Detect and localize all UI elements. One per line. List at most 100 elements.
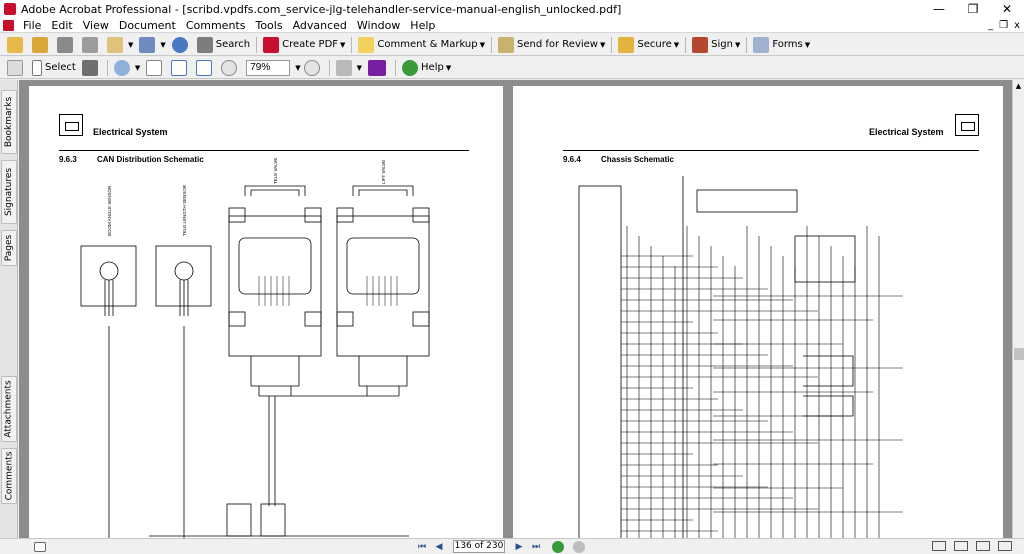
- create-pdf-button[interactable]: Create PDF ▼: [260, 35, 348, 55]
- close-button[interactable]: ✕: [990, 2, 1024, 16]
- save-button[interactable]: [54, 35, 79, 55]
- create-pdf-label: Create PDF: [282, 39, 339, 50]
- tab-comments-label: Comments: [4, 451, 15, 501]
- menu-comments[interactable]: Comments: [181, 19, 251, 32]
- save-icon: [57, 36, 73, 53]
- main-toolbar: ▼ ▼ Search Create PDF ▼ Comment & Markup ▼…: [0, 34, 1024, 56]
- open-button[interactable]: [4, 35, 29, 55]
- doc-close-button[interactable]: x: [1014, 20, 1020, 31]
- lift-valve-label: LIFT VALVE: [381, 160, 386, 184]
- tab-attachments[interactable]: Attachments: [1, 376, 17, 442]
- previous-view-button[interactable]: [552, 540, 564, 553]
- pdf-page-left: Electrical System 9.6.3 CAN Distribution …: [29, 86, 503, 538]
- tab-signatures[interactable]: Signatures: [1, 160, 17, 224]
- doc-restore-button[interactable]: ❐: [999, 20, 1008, 31]
- page-navigation: ⏮ ◀ 136 of 230 ▶ ⏭: [415, 540, 585, 553]
- connector-strip: [578, 185, 622, 538]
- hand-tool-button[interactable]: [4, 58, 29, 78]
- menu-document[interactable]: Document: [114, 19, 181, 32]
- secure-button[interactable]: Secure ▼: [615, 35, 682, 55]
- toolbar-separator: [256, 36, 258, 53]
- select-label: Select: [45, 62, 76, 73]
- last-page-button[interactable]: ⏭: [529, 541, 543, 553]
- title-bar: Adobe Acrobat Professional - [scribd.vpd…: [0, 0, 1024, 18]
- vertical-scrollbar[interactable]: ▲: [1012, 80, 1024, 538]
- toolbar-separator: [351, 36, 353, 53]
- search-button[interactable]: Search: [194, 35, 253, 55]
- yahoo-icon: [368, 59, 387, 76]
- chevron-down-icon: ▼: [445, 63, 452, 72]
- single-page-icon[interactable]: [932, 541, 946, 551]
- snapshot-button[interactable]: [79, 58, 104, 78]
- menu-edit[interactable]: Edit: [46, 19, 77, 32]
- rotate-button[interactable]: ▼: [333, 58, 365, 78]
- next-page-button[interactable]: ▶: [512, 541, 526, 553]
- print-button[interactable]: [79, 35, 104, 55]
- document-icon[interactable]: [3, 19, 14, 31]
- tab-bookmarks[interactable]: Bookmarks: [1, 90, 17, 154]
- help-label: Help: [421, 62, 444, 73]
- fit-width-button[interactable]: [193, 58, 218, 78]
- scroll-up-icon[interactable]: ▲: [1013, 80, 1024, 92]
- email-button[interactable]: ▼: [104, 35, 136, 55]
- send-for-review-button[interactable]: Send for Review ▼: [495, 35, 608, 55]
- navigation-panel: Bookmarks Signatures Pages Attachments C…: [0, 80, 18, 538]
- comment-icon: [358, 36, 375, 53]
- continuous-facing-icon[interactable]: [998, 541, 1012, 551]
- zoom-level-input[interactable]: [246, 59, 291, 76]
- chevron-down-icon: ▼: [356, 63, 363, 72]
- document-controls: _ ❐ x: [988, 20, 1024, 31]
- first-page-button[interactable]: ⏮: [415, 541, 429, 553]
- tab-pages[interactable]: Pages: [1, 230, 17, 266]
- select-tool-button[interactable]: Select: [29, 58, 79, 78]
- chevron-down-icon: ▼: [734, 40, 741, 49]
- forms-button[interactable]: Forms ▼: [750, 35, 813, 55]
- zoom-out-button[interactable]: [218, 58, 243, 78]
- tab-comments[interactable]: Comments: [1, 448, 17, 504]
- menu-help[interactable]: Help: [405, 19, 440, 32]
- web-button[interactable]: [169, 35, 194, 55]
- doc-minimize-button[interactable]: _: [988, 20, 993, 31]
- tele-valve-block: [228, 215, 322, 357]
- toolbar-separator: [491, 36, 492, 53]
- continuous-icon[interactable]: [954, 541, 968, 551]
- menu-file[interactable]: File: [18, 19, 46, 32]
- sign-button[interactable]: Sign ▼: [689, 35, 743, 55]
- help-button[interactable]: Help ▼: [399, 58, 454, 78]
- chevron-down-icon: ▼: [479, 40, 485, 49]
- wire-group: [621, 226, 903, 538]
- zoom-in-button[interactable]: [301, 58, 326, 78]
- document-viewer[interactable]: Electrical System 9.6.3 CAN Distribution …: [19, 80, 1012, 538]
- chassis-schematic: [578, 176, 903, 538]
- fit-page-button[interactable]: [168, 58, 193, 78]
- menu-window[interactable]: Window: [352, 19, 405, 32]
- pen-icon: [692, 36, 709, 53]
- minus-icon: [221, 59, 238, 76]
- next-view-button[interactable]: [573, 540, 585, 553]
- hand-icon: [7, 59, 23, 76]
- comment-markup-label: Comment & Markup: [377, 39, 478, 50]
- sign-label: Sign: [711, 39, 733, 50]
- chevron-down-icon: ▼: [160, 40, 166, 49]
- lift-valve-block: [336, 215, 430, 357]
- page-size-icon[interactable]: [34, 541, 46, 552]
- window-title: Adobe Acrobat Professional - [scribd.vpd…: [21, 2, 622, 16]
- previous-page-button[interactable]: ◀: [432, 541, 446, 553]
- toolbar-separator: [395, 59, 397, 76]
- page-number-field[interactable]: 136 of 230: [453, 540, 505, 553]
- restore-button[interactable]: ❐: [956, 2, 990, 16]
- minimize-button[interactable]: —: [922, 2, 956, 16]
- attach-button[interactable]: ▼: [136, 35, 168, 55]
- scroll-thumb[interactable]: [1014, 348, 1024, 360]
- menu-view[interactable]: View: [78, 19, 114, 32]
- yahoo-button[interactable]: [365, 58, 392, 78]
- menu-tools[interactable]: Tools: [250, 19, 287, 32]
- menu-advanced[interactable]: Advanced: [288, 19, 352, 32]
- actual-size-button[interactable]: [143, 58, 168, 78]
- binoculars-icon: [196, 36, 213, 53]
- page-icon: [146, 59, 163, 76]
- comment-markup-button[interactable]: Comment & Markup ▼: [355, 35, 488, 55]
- facing-icon[interactable]: [976, 541, 990, 551]
- organizer-button[interactable]: [29, 35, 54, 55]
- zoom-tool-button[interactable]: ▼: [111, 58, 143, 78]
